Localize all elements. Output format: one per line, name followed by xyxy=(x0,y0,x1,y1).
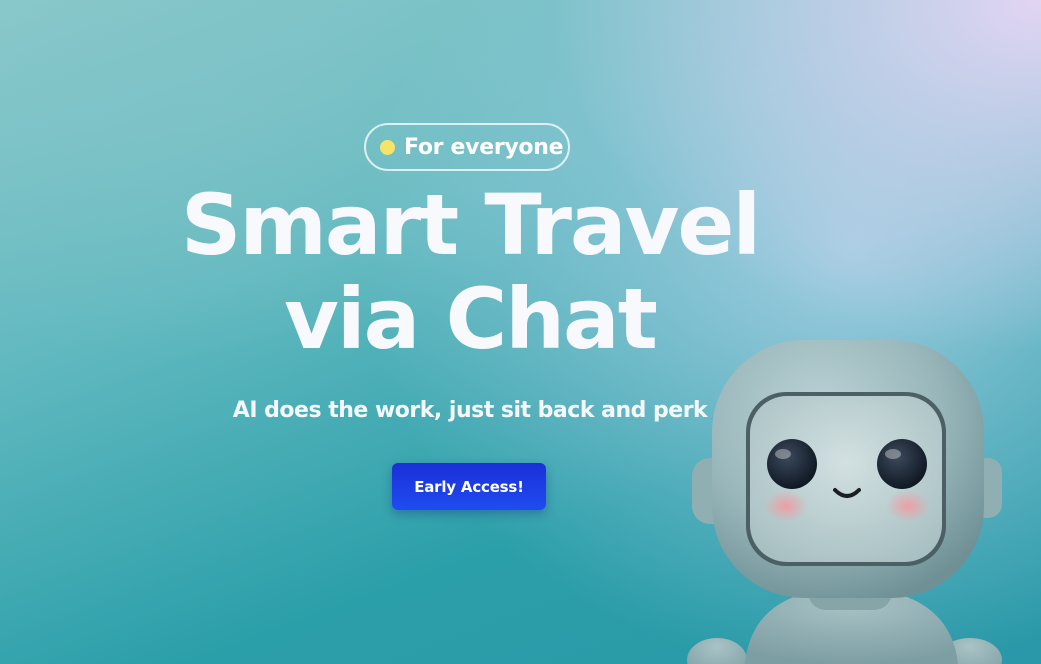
status-dot-icon xyxy=(380,139,395,155)
audience-badge-label: For everyone xyxy=(404,134,564,160)
robot-mascot-icon xyxy=(687,340,1002,664)
hero-title-line-1: Smart Travel xyxy=(180,176,761,274)
audience-badge: For everyone xyxy=(364,123,570,171)
early-access-button[interactable]: Early Access! xyxy=(392,463,546,510)
